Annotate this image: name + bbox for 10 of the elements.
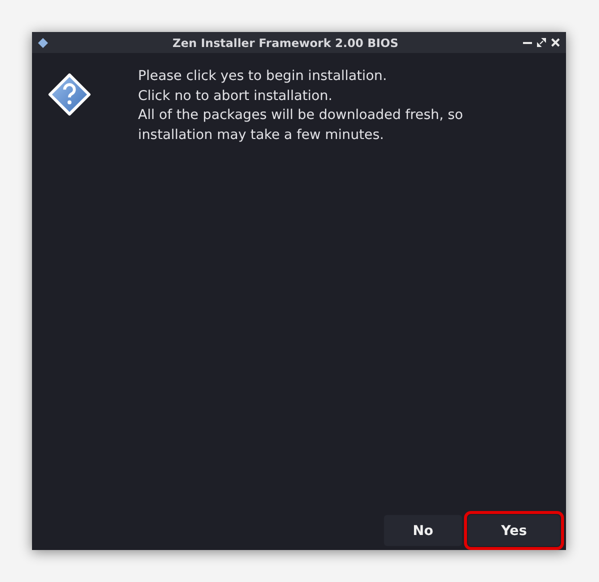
app-icon [38,38,48,48]
message-text: All of the packages will be downloaded fresh, so installation may take a few minutes. [138,106,464,144]
window-title: Zen Installer Framework 2.00 BIOS [172,36,400,50]
message-text: Please click yes to begin installation. [138,67,388,86]
question-icon [48,73,91,116]
dialog-button[interactable]: No [384,515,462,546]
dialog-button[interactable]: Yes [468,515,560,546]
close-icon[interactable] [551,38,560,47]
message-text: Click no to abort installation. [138,86,334,106]
maximize-icon[interactable] [537,38,546,47]
